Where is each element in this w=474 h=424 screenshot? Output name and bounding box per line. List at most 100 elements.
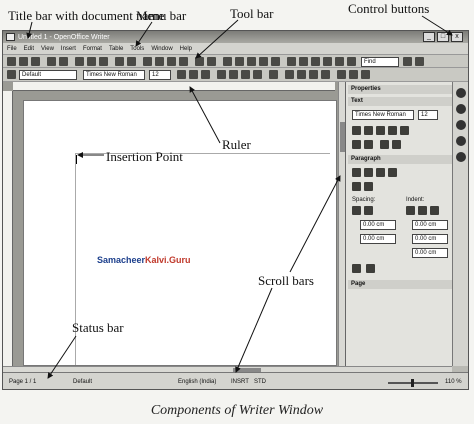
- sidebar-highlight-icon[interactable]: [392, 140, 401, 149]
- align-center-icon[interactable]: [229, 70, 238, 79]
- menu-format[interactable]: Format: [83, 46, 102, 52]
- autospellcheck-icon[interactable]: [127, 57, 136, 66]
- numbering-icon[interactable]: [285, 70, 294, 79]
- find-replace-icon[interactable]: [287, 57, 296, 66]
- new-document-icon[interactable]: [7, 57, 16, 66]
- hyperlink-icon[interactable]: [223, 57, 232, 66]
- status-insert-mode[interactable]: INSRT: [231, 379, 249, 385]
- decrease-indent-icon[interactable]: [309, 70, 318, 79]
- menu-table[interactable]: Table: [109, 46, 123, 52]
- hanging-indent-icon[interactable]: [430, 206, 439, 215]
- draw-functions-icon[interactable]: [271, 57, 280, 66]
- sidebar-shadow-icon[interactable]: [400, 126, 409, 135]
- zoom-icon[interactable]: [347, 57, 356, 66]
- font-color-icon[interactable]: [337, 70, 346, 79]
- paragraph-section-header[interactable]: Paragraph: [348, 155, 452, 164]
- sidebar-bullets-icon[interactable]: [352, 182, 361, 191]
- highlighting-icon[interactable]: [349, 70, 358, 79]
- status-zoom-level[interactable]: 110 %: [445, 379, 462, 385]
- menu-view[interactable]: View: [41, 46, 54, 52]
- paragraph-style-select[interactable]: Default: [19, 70, 77, 80]
- line-spacing-icon[interactable]: [269, 70, 278, 79]
- minimize-button[interactable]: _: [423, 32, 435, 42]
- menu-window[interactable]: Window: [151, 46, 172, 52]
- email-icon[interactable]: [47, 57, 56, 66]
- clone-formatting-icon[interactable]: [179, 57, 188, 66]
- indent-before-input[interactable]: 0.00 cm: [412, 220, 448, 230]
- page-section-header[interactable]: Page: [348, 280, 452, 289]
- justify-icon[interactable]: [253, 70, 262, 79]
- spellcheck-icon[interactable]: [115, 57, 124, 66]
- align-left-icon[interactable]: [217, 70, 226, 79]
- sidebar-strikethrough-icon[interactable]: [388, 126, 397, 135]
- spacing-above-input[interactable]: 0.00 cm: [360, 220, 396, 230]
- functions-tab-icon[interactable]: [456, 152, 466, 162]
- menu-help[interactable]: Help: [180, 46, 192, 52]
- line-spacing-sidebar-icon[interactable]: [352, 264, 361, 273]
- spacing-below-input[interactable]: 0.00 cm: [360, 234, 396, 244]
- find-input[interactable]: Find: [361, 57, 399, 67]
- menu-tools[interactable]: Tools: [130, 46, 144, 52]
- maximize-button[interactable]: □: [437, 32, 449, 42]
- sidebar-subscript-icon[interactable]: [364, 140, 373, 149]
- sidebar-justify-icon[interactable]: [388, 168, 397, 177]
- sidebar-decrease-indent-icon[interactable]: [418, 206, 427, 215]
- increase-indent-icon[interactable]: [321, 70, 330, 79]
- chart-icon[interactable]: [259, 57, 268, 66]
- align-right-icon[interactable]: [241, 70, 250, 79]
- menu-insert[interactable]: Insert: [61, 46, 76, 52]
- status-language[interactable]: English (India): [178, 379, 216, 385]
- vertical-scrollbar[interactable]: [338, 82, 345, 366]
- menu-file[interactable]: File: [7, 46, 17, 52]
- sidebar-increase-indent-icon[interactable]: [406, 206, 415, 215]
- navigator-icon[interactable]: [299, 57, 308, 66]
- paste-icon[interactable]: [167, 57, 176, 66]
- sidebar-font-name-select[interactable]: Times New Roman: [352, 110, 414, 120]
- table-icon[interactable]: [235, 57, 244, 66]
- sidebar-underline-icon[interactable]: [376, 126, 385, 135]
- close-button[interactable]: x: [451, 32, 463, 42]
- menu-edit[interactable]: Edit: [24, 46, 34, 52]
- undo-icon[interactable]: [195, 57, 204, 66]
- sidebar-align-center-icon[interactable]: [364, 168, 373, 177]
- document-page[interactable]: [23, 100, 337, 366]
- indent-after-input[interactable]: 0.00 cm: [412, 234, 448, 244]
- sidebar-align-right-icon[interactable]: [376, 168, 385, 177]
- paragraph-background-icon[interactable]: [366, 264, 375, 273]
- status-page-style[interactable]: Default: [73, 379, 92, 385]
- save-icon[interactable]: [31, 57, 40, 66]
- font-name-select[interactable]: Times New Roman: [83, 70, 145, 80]
- navigator-tab-icon[interactable]: [456, 136, 466, 146]
- bullets-icon[interactable]: [297, 70, 306, 79]
- background-color-icon[interactable]: [361, 70, 370, 79]
- print-preview-icon[interactable]: [99, 57, 108, 66]
- sidebar-superscript-icon[interactable]: [352, 140, 361, 149]
- copy-icon[interactable]: [155, 57, 164, 66]
- gallery-tab-icon[interactable]: [456, 120, 466, 130]
- increase-spacing-icon[interactable]: [352, 206, 361, 215]
- bold-icon[interactable]: [177, 70, 186, 79]
- find-next-icon[interactable]: [415, 57, 424, 66]
- print-icon[interactable]: [87, 57, 96, 66]
- first-line-indent-input[interactable]: 0.00 cm: [412, 248, 448, 258]
- data-sources-icon[interactable]: [323, 57, 332, 66]
- text-section-header[interactable]: Text: [348, 97, 452, 106]
- edit-file-icon[interactable]: [59, 57, 68, 66]
- cut-icon[interactable]: [143, 57, 152, 66]
- status-selection-mode[interactable]: STD: [254, 379, 266, 385]
- sidebar-bold-icon[interactable]: [352, 126, 361, 135]
- sidebar-italic-icon[interactable]: [364, 126, 373, 135]
- redo-icon[interactable]: [207, 57, 216, 66]
- sidebar-font-color-icon[interactable]: [380, 140, 389, 149]
- zoom-slider-handle[interactable]: [411, 379, 414, 387]
- find-previous-icon[interactable]: [403, 57, 412, 66]
- image-icon[interactable]: [247, 57, 256, 66]
- underline-icon[interactable]: [201, 70, 210, 79]
- italic-icon[interactable]: [189, 70, 198, 79]
- status-page-count[interactable]: Page 1 / 1: [9, 379, 36, 385]
- export-pdf-icon[interactable]: [75, 57, 84, 66]
- sidebar-numbering-icon[interactable]: [364, 182, 373, 191]
- styles-tab-icon[interactable]: [456, 104, 466, 114]
- sidebar-font-size-select[interactable]: 12: [418, 110, 438, 120]
- font-size-select[interactable]: 12: [149, 70, 171, 80]
